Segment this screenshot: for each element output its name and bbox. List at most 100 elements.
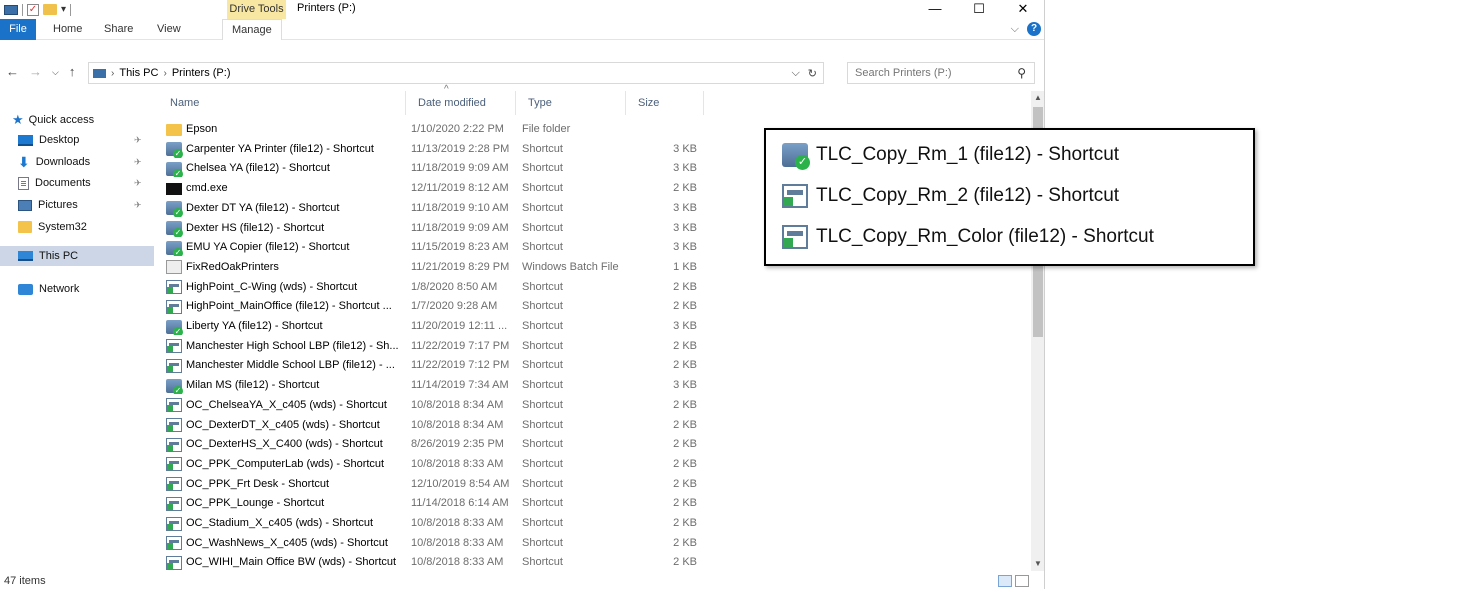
callout-item[interactable]: TLC_Copy_Rm_2 (file12) - Shortcut bbox=[782, 179, 1119, 213]
details-view-icon[interactable] bbox=[998, 575, 1012, 587]
file-name: OC_PPK_ComputerLab (wds) - Shortcut bbox=[166, 456, 402, 473]
file-name: OC_WashNews_X_c405 (wds) - Shortcut bbox=[166, 535, 402, 552]
printer-icon bbox=[166, 240, 183, 257]
recent-locations-icon[interactable]: ⌵ bbox=[52, 64, 59, 80]
file-size: 2 KB bbox=[673, 339, 697, 352]
nav-pictures[interactable]: Pictures ✈ bbox=[18, 195, 154, 215]
new-folder-icon[interactable] bbox=[43, 4, 57, 15]
file-date: 12/10/2019 8:54 AM bbox=[411, 477, 510, 490]
file-size: 2 KB bbox=[673, 280, 697, 293]
tab-view[interactable]: View bbox=[148, 19, 190, 40]
up-icon[interactable]: ↑ bbox=[69, 64, 76, 80]
nav-this-pc[interactable]: This PC bbox=[0, 246, 154, 266]
file-size: 2 KB bbox=[673, 556, 697, 569]
maximize-button[interactable]: ☐ bbox=[957, 0, 1001, 19]
column-size[interactable]: Size bbox=[626, 91, 704, 115]
file-date: 10/8/2018 8:34 AM bbox=[411, 418, 504, 431]
documents-icon bbox=[18, 176, 29, 190]
nav-label: Documents bbox=[35, 177, 91, 189]
refresh-icon[interactable]: ↻ bbox=[808, 67, 817, 80]
chevron-right-icon[interactable]: › bbox=[111, 68, 114, 79]
back-icon[interactable]: ← bbox=[6, 64, 19, 80]
file-row[interactable]: OC_WIHI_Main Office BW (wds) - Shortcut 1… bbox=[158, 554, 1034, 571]
file-size: 2 KB bbox=[673, 300, 697, 313]
minimize-button[interactable]: — bbox=[913, 0, 957, 19]
file-row[interactable]: OC_PPK_ComputerLab (wds) - Shortcut 10/8/… bbox=[158, 456, 1034, 473]
view-toggle bbox=[998, 575, 1029, 587]
file-row[interactable]: OC_PPK_Lounge - Shortcut 11/14/2018 6:14 … bbox=[158, 495, 1034, 512]
nav-label: System32 bbox=[38, 221, 87, 233]
tab-share[interactable]: Share bbox=[95, 19, 142, 40]
file-name-text: OC_PPK_Frt Desk - Shortcut bbox=[186, 477, 330, 490]
column-name[interactable]: Name bbox=[158, 91, 406, 115]
file-name-text: Manchester Middle School LBP (file12) - … bbox=[186, 359, 395, 372]
file-name-text: Epson bbox=[186, 123, 218, 135]
nav-desktop[interactable]: Desktop ✈ bbox=[18, 130, 154, 150]
item-count: 47 items bbox=[4, 575, 46, 587]
file-name-text: OC_DexterHS_X_C400 (wds) - Shortcut bbox=[186, 438, 383, 451]
address-box[interactable]: › This PC › Printers (P:) ⌵ ↻ bbox=[88, 62, 824, 84]
pin-icon[interactable]: ✈ bbox=[134, 178, 142, 189]
file-type: Shortcut bbox=[522, 438, 563, 451]
file-date: 11/18/2019 9:09 AM bbox=[411, 221, 509, 234]
file-row[interactable]: OC_DexterHS_X_C400 (wds) - Shortcut 8/26/… bbox=[158, 436, 1034, 453]
pin-icon[interactable]: ✈ bbox=[134, 200, 142, 211]
file-row[interactable]: OC_WashNews_X_c405 (wds) - Shortcut 10/8/… bbox=[158, 535, 1034, 552]
printer-icon bbox=[166, 299, 182, 314]
file-name: Dexter DT YA (file12) - Shortcut bbox=[166, 200, 402, 217]
tab-home[interactable]: Home bbox=[44, 19, 91, 40]
nav-quick-access[interactable]: ★ Quick access bbox=[12, 110, 154, 130]
column-date-modified[interactable]: Date modified bbox=[406, 91, 516, 115]
column-type[interactable]: Type bbox=[516, 91, 626, 115]
properties-icon[interactable]: ✓ bbox=[27, 3, 39, 16]
file-name: HighPoint_MainOffice (file12) - Shortcut… bbox=[166, 298, 402, 315]
file-name-text: EMU YA Copier (file12) - Shortcut bbox=[186, 241, 350, 254]
file-row[interactable]: Milan MS (file12) - Shortcut 11/14/2019 7… bbox=[158, 377, 1034, 395]
search-icon[interactable]: ⚲ bbox=[1017, 66, 1026, 80]
drive-icon[interactable] bbox=[4, 4, 18, 15]
file-type: Shortcut bbox=[522, 241, 563, 254]
file-row[interactable]: OC_ChelseaYA_X_c405 (wds) - Shortcut 10/8… bbox=[158, 397, 1034, 414]
scroll-up-icon[interactable]: ▲ bbox=[1031, 91, 1044, 105]
nav-label: Network bbox=[39, 283, 80, 295]
navigation-pane: ★ Quick access Desktop ✈ ⬇ Downloads ✈ D… bbox=[0, 96, 154, 566]
pin-icon[interactable]: ✈ bbox=[134, 135, 142, 146]
pin-icon[interactable]: ✈ bbox=[134, 157, 142, 168]
tab-file[interactable]: File bbox=[0, 19, 36, 40]
nav-system32[interactable]: System32 bbox=[18, 217, 154, 237]
file-name-text: Dexter DT YA (file12) - Shortcut bbox=[186, 201, 340, 214]
file-date: 11/22/2019 7:17 PM bbox=[411, 339, 510, 352]
tab-manage[interactable]: Manage bbox=[222, 19, 282, 40]
search-input[interactable] bbox=[855, 67, 1005, 79]
breadcrumb-printers[interactable]: Printers (P:) bbox=[172, 67, 231, 79]
file-size bbox=[633, 121, 697, 138]
forward-icon[interactable]: → bbox=[29, 64, 42, 80]
scroll-down-icon[interactable]: ▼ bbox=[1031, 557, 1044, 571]
close-button[interactable]: ✕ bbox=[1001, 0, 1044, 19]
help-icon[interactable]: ? bbox=[1027, 22, 1041, 36]
callout-item[interactable]: TLC_Copy_Rm_1 (file12) - Shortcut bbox=[782, 138, 1119, 172]
file-size: 3 KB bbox=[673, 142, 697, 155]
file-name-text: Manchester High School LBP (file12) - Sh… bbox=[186, 339, 399, 352]
nav-downloads[interactable]: ⬇ Downloads ✈ bbox=[18, 152, 154, 172]
callout-item[interactable]: TLC_Copy_Rm_Color (file12) - Shortcut bbox=[782, 220, 1154, 254]
file-row[interactable]: OC_DexterDT_X_c405 (wds) - Shortcut 10/8/… bbox=[158, 417, 1034, 434]
chevron-right-icon[interactable]: › bbox=[163, 68, 166, 79]
file-row[interactable]: Liberty YA (file12) - Shortcut 11/20/2019… bbox=[158, 318, 1034, 335]
file-name: OC_PPK_Lounge - Shortcut bbox=[166, 495, 402, 512]
file-row[interactable]: HighPoint_C-Wing (wds) - Shortcut 1/8/202… bbox=[158, 279, 1034, 296]
large-icons-view-icon[interactable] bbox=[1015, 575, 1029, 587]
file-row[interactable]: Manchester High School LBP (file12) - Sh… bbox=[158, 338, 1034, 355]
expand-ribbon-icon[interactable]: ⌵ bbox=[1011, 23, 1019, 36]
customize-toolbar-icon[interactable]: ▾ bbox=[61, 4, 66, 15]
file-size: 3 KB bbox=[673, 241, 697, 254]
nav-documents[interactable]: Documents ✈ bbox=[18, 173, 154, 193]
breadcrumb-this-pc[interactable]: This PC bbox=[119, 67, 158, 79]
nav-network[interactable]: Network bbox=[18, 279, 154, 299]
file-row[interactable]: OC_Stadium_X_c405 (wds) - Shortcut 10/8/2… bbox=[158, 515, 1034, 532]
file-row[interactable]: OC_PPK_Frt Desk - Shortcut 12/10/2019 8:5… bbox=[158, 476, 1034, 493]
file-row[interactable]: HighPoint_MainOffice (file12) - Shortcut… bbox=[158, 298, 1034, 315]
file-row[interactable]: Manchester Middle School LBP (file12) - … bbox=[158, 357, 1034, 374]
chevron-down-icon[interactable]: ⌵ bbox=[791, 67, 799, 80]
search-box[interactable]: ⚲ bbox=[847, 62, 1035, 84]
